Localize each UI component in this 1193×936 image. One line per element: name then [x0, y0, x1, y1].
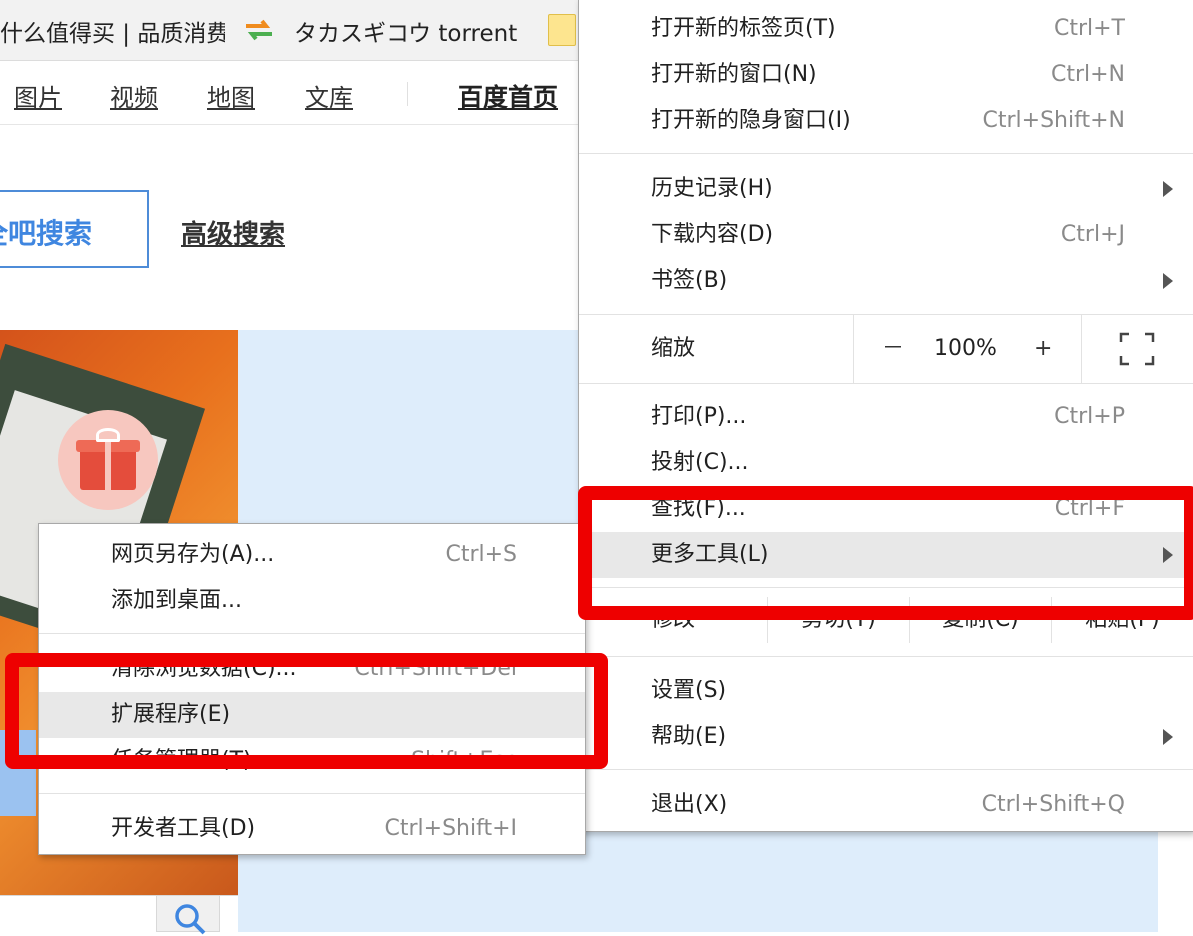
- submenu-arrow-icon: [1163, 729, 1173, 745]
- search-icon: [175, 904, 206, 935]
- menu-item-shortcut: Ctrl+Shift+I: [384, 816, 517, 841]
- menu-item-cast[interactable]: 投射(C)...: [579, 440, 1193, 486]
- nav-divider-line: [0, 124, 580, 125]
- menu-separator: [39, 633, 585, 634]
- search-all-button-label: 全吧搜索: [0, 217, 93, 250]
- menu-item-help[interactable]: 帮助(E): [579, 714, 1193, 760]
- menu-item-label: 打开新的隐身窗口(I): [651, 108, 851, 133]
- menu-separator: [579, 383, 1193, 384]
- nav-link-images[interactable]: 图片: [14, 78, 62, 113]
- fullscreen-icon[interactable]: [1119, 332, 1155, 366]
- menu-item-shortcut: Ctrl+S: [445, 542, 517, 567]
- menu-item-shortcut: Ctrl+Shift+N: [982, 108, 1125, 133]
- menu-item-devtools[interactable]: 开发者工具(D) Ctrl+Shift+I: [39, 806, 585, 852]
- gift-icon[interactable]: [58, 410, 158, 510]
- menu-item-label: 投射(C)...: [651, 450, 749, 475]
- annotation-box-more-tools: [578, 486, 1193, 620]
- menu-item-bookmarks[interactable]: 书签(B): [579, 258, 1193, 304]
- menu-item-history[interactable]: 历史记录(H): [579, 166, 1193, 212]
- menu-item-label: 帮助(E): [651, 724, 727, 749]
- menu-item-label: 添加到桌面...: [111, 588, 242, 613]
- nav-link-map[interactable]: 地图: [207, 78, 255, 113]
- menu-separator: [579, 769, 1193, 770]
- submenu-arrow-icon: [1163, 273, 1173, 289]
- bookmark-torrent[interactable]: タカスギコウ torrent: [294, 14, 522, 48]
- zoom-level: 100%: [934, 336, 997, 361]
- bookmark-smzdm[interactable]: 什么值得买 | 品质消费: [0, 14, 225, 48]
- menu-item-label: 设置(S): [651, 678, 727, 703]
- menu-item-label: 打开新的标签页(T): [651, 16, 836, 41]
- nav-link-wenku[interactable]: 文库: [305, 78, 353, 113]
- menu-item-label: 网页另存为(A)...: [111, 542, 275, 567]
- menu-item-settings[interactable]: 设置(S): [579, 668, 1193, 714]
- nav-link-home[interactable]: 百度首页: [458, 78, 558, 114]
- menu-item-save-page[interactable]: 网页另存为(A)... Ctrl+S: [39, 532, 585, 578]
- bottom-search-button[interactable]: [156, 895, 220, 935]
- folder-icon[interactable]: [548, 14, 576, 46]
- menu-item-label: 打印(P)...: [651, 404, 747, 429]
- menu-item-shortcut: Ctrl+P: [1054, 404, 1125, 429]
- menu-item-exit[interactable]: 退出(X) Ctrl+Shift+Q: [579, 782, 1193, 828]
- menu-item-incognito[interactable]: 打开新的隐身窗口(I) Ctrl+Shift+N: [579, 98, 1193, 144]
- zoom-out-button[interactable]: －: [882, 315, 904, 383]
- menu-item-label: 退出(X): [651, 792, 728, 817]
- menu-item-shortcut: Ctrl+J: [1060, 222, 1125, 247]
- menu-item-shortcut: Ctrl+N: [1050, 62, 1125, 87]
- menu-item-downloads[interactable]: 下载内容(D) Ctrl+J: [579, 212, 1193, 258]
- gift-ribbon-shape: [105, 440, 111, 490]
- annotation-box-extensions: [5, 653, 608, 769]
- menu-item-label: 打开新的窗口(N): [651, 62, 817, 87]
- gift-bow-shape: [96, 428, 120, 442]
- orange-green-arrows-icon: [246, 19, 272, 41]
- zoom-in-button[interactable]: +: [1034, 315, 1052, 383]
- browser-main-menu: 打开新的标签页(T) Ctrl+T 打开新的窗口(N) Ctrl+N 打开新的隐…: [578, 0, 1193, 832]
- menu-item-add-to-desktop[interactable]: 添加到桌面...: [39, 578, 585, 624]
- zoom-label: 缩放: [651, 336, 696, 361]
- advanced-search-link[interactable]: 高级搜索: [181, 214, 285, 251]
- zoom-controls: － 100% +: [853, 315, 1082, 383]
- menu-item-new-tab[interactable]: 打开新的标签页(T) Ctrl+T: [579, 6, 1193, 52]
- nav-link-video[interactable]: 视频: [110, 78, 158, 113]
- zoom-row: 缩放 － 100% +: [579, 315, 1193, 383]
- bookmarks-bar: 什么值得买 | 品质消费 タカスギコウ torrent: [0, 0, 580, 61]
- menu-item-label: 下载内容(D): [651, 222, 774, 247]
- menu-item-new-window[interactable]: 打开新的窗口(N) Ctrl+N: [579, 52, 1193, 98]
- menu-separator: [579, 153, 1193, 154]
- submenu-arrow-icon: [1163, 181, 1173, 197]
- menu-separator: [579, 656, 1193, 657]
- menu-item-print[interactable]: 打印(P)... Ctrl+P: [579, 394, 1193, 440]
- nav-divider: [407, 82, 408, 106]
- menu-item-label: 书签(B): [651, 268, 728, 293]
- menu-item-shortcut: Ctrl+Shift+Q: [981, 792, 1125, 817]
- menu-separator: [39, 793, 585, 794]
- menu-item-shortcut: Ctrl+T: [1053, 16, 1125, 41]
- search-all-button[interactable]: 全吧搜索: [0, 190, 149, 268]
- menu-item-label: 开发者工具(D): [111, 816, 256, 841]
- menu-item-label: 历史记录(H): [651, 176, 773, 201]
